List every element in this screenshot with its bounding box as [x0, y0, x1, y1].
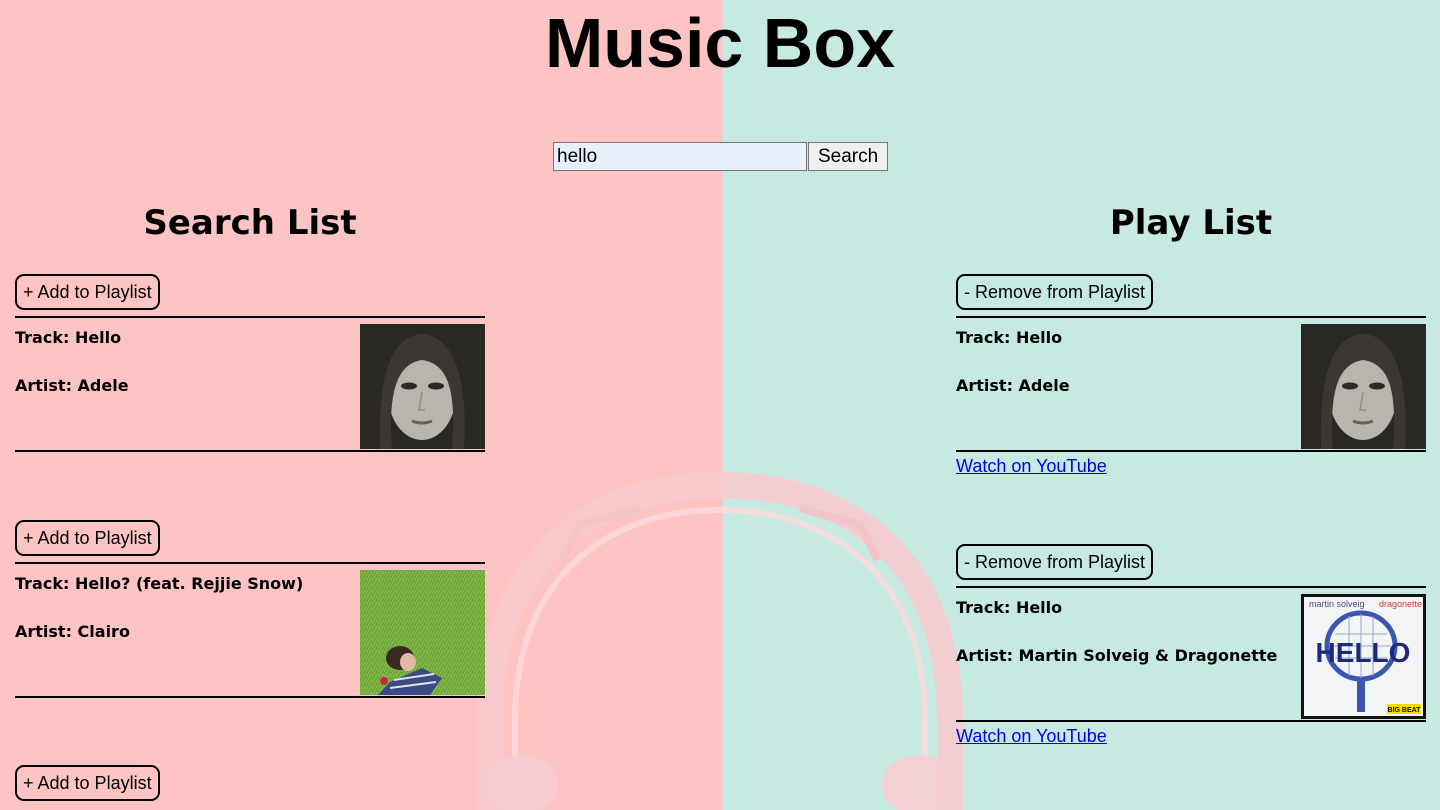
page-title: Music Box — [544, 4, 896, 82]
cover-label-badge: BIG BEAT — [1388, 707, 1422, 714]
grass-cover-icon — [360, 570, 485, 695]
track-card: Track: Hello Artist: Adele — [15, 316, 485, 452]
add-to-playlist-button[interactable]: + Add to Playlist — [15, 520, 160, 556]
add-to-playlist-button[interactable]: + Add to Playlist — [15, 765, 160, 801]
portrait-cover-icon — [360, 324, 485, 449]
headphones-background-icon — [477, 471, 963, 810]
track-card: Track: Hello Artist: Martin Solveig & Dr… — [956, 586, 1426, 722]
remove-from-playlist-button[interactable]: - Remove from Playlist — [956, 274, 1154, 310]
artist-name: Artist: Adele — [15, 376, 129, 395]
track-name: Track: Hello — [956, 598, 1063, 617]
search-result-item: + Add to Playlist Track: Hello Artist: A… — [15, 274, 485, 452]
cover-title-text: HELLO — [1316, 637, 1411, 668]
search-result-item: + Add to Playlist — [15, 765, 485, 801]
track-name: Track: Hello — [15, 328, 122, 347]
playlist-item: - Remove from Playlist Track: Hello Arti… — [956, 544, 1426, 748]
artist-name: Artist: Martin Solveig & Dragonette — [956, 646, 1278, 665]
track-name: Track: Hello? (feat. Rejjie Snow) — [15, 574, 304, 593]
hello-racket-cover-icon: martin solveig dragonette HELLO BIG BEAT — [1301, 594, 1426, 719]
search-button[interactable]: Search — [808, 142, 889, 171]
artist-name: Artist: Adele — [956, 376, 1070, 395]
cover-artist-text-1: martin solveig — [1309, 599, 1365, 609]
watch-on-youtube-link[interactable]: Watch on YouTube — [956, 724, 1107, 748]
search-input[interactable] — [553, 142, 807, 171]
track-card: Track: Hello? (feat. Rejjie Snow) Artist… — [15, 562, 485, 698]
track-name: Track: Hello — [956, 328, 1063, 347]
add-to-playlist-button[interactable]: + Add to Playlist — [15, 274, 160, 310]
playlist-item: - Remove from Playlist Track: Hello Arti… — [956, 274, 1426, 478]
artist-name: Artist: Clairo — [15, 622, 130, 641]
portrait-cover-icon — [1301, 324, 1426, 449]
search-list-title: Search List — [143, 203, 357, 243]
watch-on-youtube-link[interactable]: Watch on YouTube — [956, 454, 1107, 478]
cover-artist-text-2: dragonette — [1379, 599, 1422, 609]
play-list-title: Play List — [1109, 203, 1273, 243]
track-card: Track: Hello Artist: Adele — [956, 316, 1426, 452]
search-bar: Search — [553, 142, 889, 171]
remove-from-playlist-button[interactable]: - Remove from Playlist — [956, 544, 1154, 580]
search-result-item: + Add to Playlist Track: Hello? (feat. R… — [15, 520, 485, 698]
